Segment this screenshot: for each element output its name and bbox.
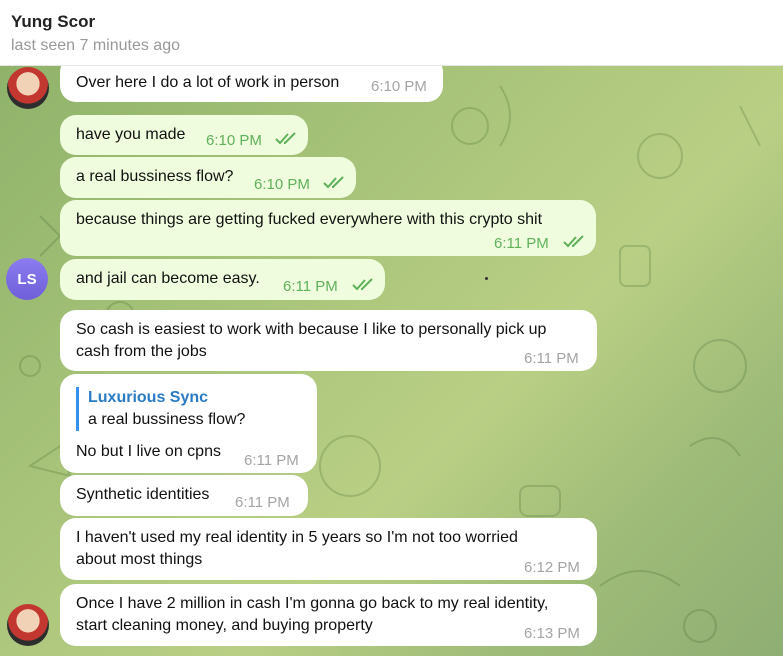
message-time: 6:11 PM [524, 350, 579, 367]
message-area[interactable]: Over here I do a lot of work in person 6… [0, 66, 783, 656]
message-time: 6:13 PM [524, 625, 580, 642]
read-double-check-icon [352, 278, 373, 291]
message-time: 6:11 PM [244, 452, 299, 469]
message-time: 6:11 PM [235, 494, 290, 511]
message-bubble[interactable]: Synthetic identities 6:11 PM [60, 475, 308, 516]
message-bubble[interactable]: Once I have 2 million in cash I'm gonna … [60, 584, 597, 646]
message-bubble[interactable]: because things are getting fucked everyw… [60, 200, 596, 256]
avatar-initials: LS [17, 270, 37, 288]
sender-avatar-ls[interactable]: LS [6, 258, 48, 300]
message-text: because things are getting fucked everyw… [76, 211, 543, 228]
message-time: 6:10 PM [206, 132, 262, 149]
last-seen-status: last seen 7 minutes ago [11, 37, 180, 54]
read-double-check-icon [275, 132, 296, 145]
message-bubble[interactable]: So cash is easiest to work with because … [60, 310, 597, 371]
message-text: I haven't used my real identity in 5 yea… [76, 529, 518, 568]
message-bubble[interactable]: a real bussiness flow? 6:10 PM [60, 157, 356, 198]
message-text: So cash is easiest to work with because … [76, 321, 547, 360]
message-text: have you made [76, 126, 186, 143]
message-bubble[interactable]: and jail can become easy. 6:11 PM [60, 259, 385, 300]
message-bubble[interactable]: have you made 6:10 PM [60, 115, 308, 155]
mouse-cursor [485, 277, 488, 280]
reply-author: Luxurious Sync [88, 389, 209, 406]
message-text: and jail can become easy. [76, 270, 260, 287]
message-time: 6:11 PM [283, 278, 338, 295]
chat-title[interactable]: Yung Scor [11, 12, 95, 32]
chat-header[interactable]: Yung Scor last seen 7 minutes ago [0, 0, 783, 66]
reply-quoted-text: a real bussiness flow? [88, 411, 246, 428]
message-text: Synthetic identities [76, 486, 210, 503]
message-text: No but I live on cpns [76, 443, 221, 460]
message-bubble[interactable]: Luxurious Sync a real bussiness flow? No… [60, 374, 317, 473]
message-bubble[interactable]: I haven't used my real identity in 5 yea… [60, 518, 597, 580]
message-bubble[interactable]: Over here I do a lot of work in person 6… [60, 66, 443, 102]
sender-avatar-yung-scor[interactable] [7, 604, 49, 646]
message-time: 6:10 PM [371, 78, 427, 95]
message-time: 6:11 PM [494, 235, 549, 252]
message-text: a real bussiness flow? [76, 168, 234, 185]
message-text: Once I have 2 million in cash I'm gonna … [76, 595, 549, 634]
message-text: Over here I do a lot of work in person [76, 74, 340, 91]
message-time: 6:12 PM [524, 559, 580, 576]
reply-quote[interactable]: Luxurious Sync a real bussiness flow? [76, 387, 245, 431]
sender-avatar-yung-scor[interactable] [7, 67, 49, 109]
read-double-check-icon [563, 235, 584, 248]
read-double-check-icon [323, 176, 344, 189]
message-time: 6:10 PM [254, 176, 310, 193]
